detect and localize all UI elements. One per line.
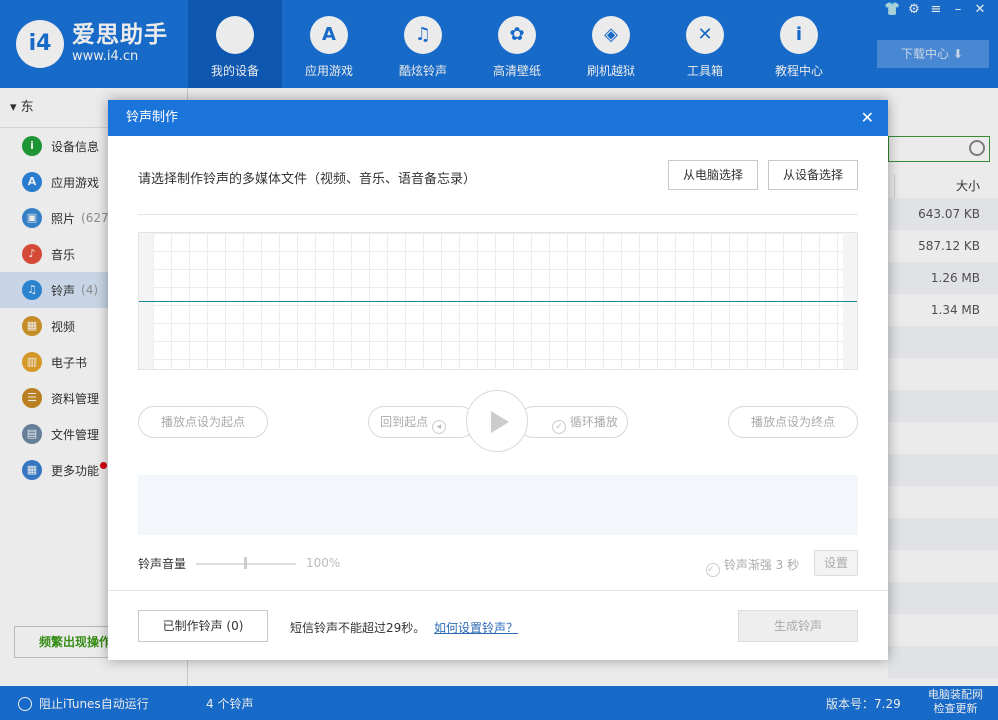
- sms-length-note: 短信铃声不能超过29秒。: [290, 621, 426, 635]
- file-info-panel: [138, 475, 858, 535]
- back-to-start-label: 回到起点: [380, 415, 429, 429]
- waveform-panel[interactable]: [138, 232, 858, 370]
- loop-play-button[interactable]: ✓ 循环播放: [518, 406, 628, 438]
- play-button[interactable]: [466, 390, 528, 452]
- choose-from-device-button[interactable]: 从设备选择: [768, 160, 858, 190]
- fade-in-label: 铃声渐强 3 秒: [723, 558, 800, 572]
- choose-from-pc-button[interactable]: 从电脑选择: [668, 160, 758, 190]
- volume-value: 100%: [306, 556, 341, 570]
- made-ringtones-button[interactable]: 已制作铃声 (0): [138, 610, 268, 642]
- select-file-prompt: 请选择制作铃声的多媒体文件（视频、音乐、语音备忘录）: [138, 172, 477, 187]
- ringtone-maker-dialog: 铃声制作 ✕ 请选择制作铃声的多媒体文件（视频、音乐、语音备忘录） 从电脑选择 …: [108, 100, 888, 660]
- generate-ringtone-button[interactable]: 生成铃声: [738, 610, 858, 642]
- check-icon: ✓: [552, 420, 567, 434]
- play-icon: [491, 411, 509, 433]
- how-to-set-ringtone-link[interactable]: 如何设置铃声？: [434, 619, 518, 636]
- set-end-button[interactable]: 播放点设为终点: [728, 406, 858, 438]
- check-icon: ✓: [706, 563, 720, 577]
- dialog-title: 铃声制作: [126, 110, 179, 125]
- back-to-start-button[interactable]: 回到起点 ◂: [368, 406, 476, 438]
- waveform-line: [139, 301, 857, 302]
- divider: [108, 590, 888, 591]
- volume-label: 铃声音量: [138, 557, 187, 571]
- divider: [138, 214, 858, 215]
- rewind-icon: ◂: [431, 420, 446, 434]
- fade-settings-button[interactable]: 设置: [814, 550, 858, 576]
- close-icon[interactable]: ✕: [861, 100, 874, 136]
- volume-slider-thumb[interactable]: [244, 557, 247, 569]
- loop-play-label: 循环播放: [569, 415, 618, 429]
- fade-in-toggle[interactable]: ✓ 铃声渐强 3 秒: [706, 556, 799, 577]
- set-start-button[interactable]: 播放点设为起点: [138, 406, 268, 438]
- dialog-header: 铃声制作 ✕: [108, 100, 888, 136]
